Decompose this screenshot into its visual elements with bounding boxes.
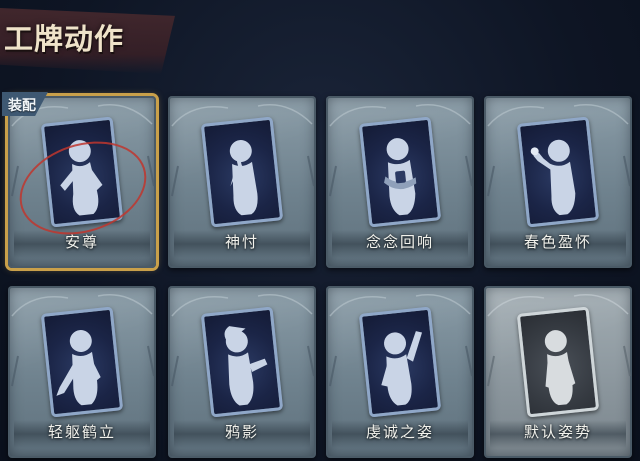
pose-portrait bbox=[200, 116, 284, 228]
pose-card-5[interactable]: 轻躯鹤立 bbox=[8, 286, 156, 458]
pose-card-label: 安尊 bbox=[64, 233, 99, 251]
pose-portrait bbox=[516, 306, 600, 418]
pose-card-label: 春色盈怀 bbox=[523, 233, 592, 251]
pose-portrait bbox=[40, 306, 124, 418]
pose-card-2[interactable]: 神忖 bbox=[168, 96, 316, 268]
pose-card-3[interactable]: 念念回响 bbox=[326, 96, 474, 268]
pose-hand-on-hip-icon bbox=[60, 140, 103, 216]
pose-hug-icon bbox=[384, 138, 417, 216]
equipped-badge: 装配 bbox=[2, 92, 48, 118]
pose-card-7[interactable]: 虔诚之姿 bbox=[326, 286, 474, 458]
pose-card-label: 鸦影 bbox=[224, 423, 259, 441]
pose-card-6[interactable]: 鸦影 bbox=[168, 286, 316, 458]
pose-card-grid: 安尊 神忖 念念回响 春色盈怀 轻躯鹤立 鸦影 虔诚之姿 默认姿势 装配 bbox=[0, 0, 640, 461]
pose-portrait bbox=[40, 116, 124, 228]
equipped-badge-label: 装配 bbox=[8, 98, 36, 114]
pose-card-8[interactable]: 默认姿势 bbox=[484, 286, 632, 458]
pose-card-label: 神忖 bbox=[224, 233, 259, 251]
pose-default-icon bbox=[544, 330, 576, 406]
pose-card-label: 默认姿势 bbox=[523, 423, 592, 441]
pose-card-4[interactable]: 春色盈怀 bbox=[484, 96, 632, 268]
pose-portrait bbox=[358, 116, 442, 228]
pose-devout-icon bbox=[381, 331, 423, 406]
pose-card-label: 念念回响 bbox=[365, 233, 434, 251]
pose-portrait bbox=[516, 116, 600, 228]
pose-portrait bbox=[200, 306, 284, 418]
pose-card-label: 轻躯鹤立 bbox=[47, 423, 116, 441]
pose-portrait bbox=[358, 306, 442, 418]
pose-flower-icon bbox=[530, 139, 576, 216]
pose-crane-stand-icon bbox=[56, 330, 101, 406]
pose-card-1[interactable]: 安尊 bbox=[8, 96, 156, 268]
pose-crow-shadow-icon bbox=[224, 326, 268, 406]
pose-thinking-icon bbox=[229, 140, 258, 216]
pose-card-label: 虔诚之姿 bbox=[365, 423, 434, 441]
